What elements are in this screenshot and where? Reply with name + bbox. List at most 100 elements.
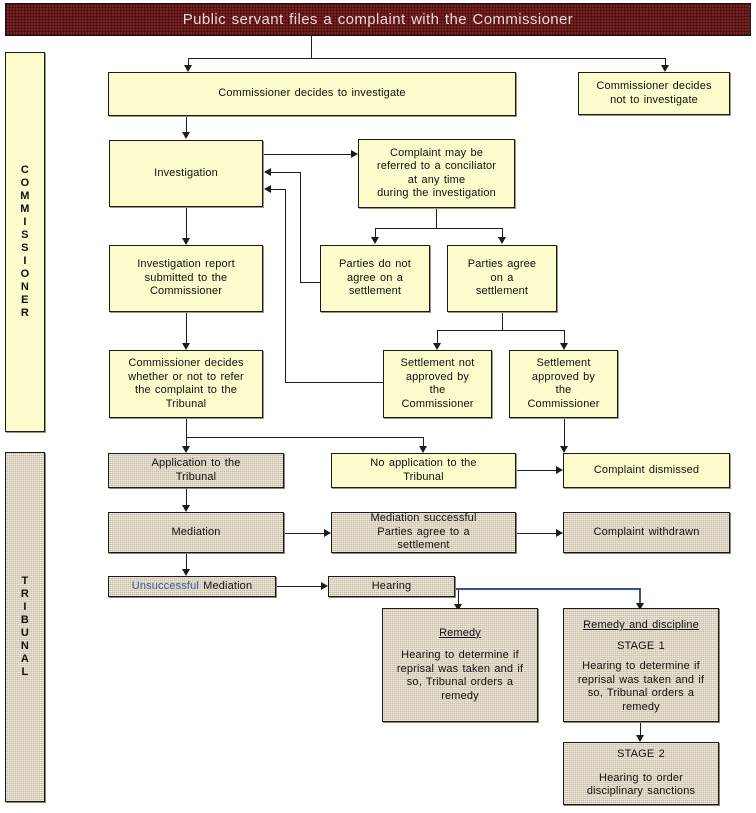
arrow-n7-n9 bbox=[433, 343, 441, 350]
connector-n8-n11 bbox=[186, 418, 187, 446]
node-text: Parties agree bbox=[467, 258, 537, 271]
node-text: Mediation bbox=[171, 525, 221, 538]
rail-letter: R bbox=[20, 588, 30, 600]
node-parties-do-not-agree[interactable]: Parties do not agree on a settlement bbox=[320, 245, 430, 312]
connector-n5-n8 bbox=[186, 312, 187, 343]
rail-letter: R bbox=[20, 307, 30, 319]
node-settlement-approved[interactable]: Settlement approved by the Commissioner bbox=[509, 350, 618, 418]
node-text: the bbox=[555, 384, 572, 396]
connector-banner-split bbox=[188, 58, 665, 59]
rail-letter: C bbox=[20, 164, 30, 176]
connector-n15-n16 bbox=[516, 533, 556, 534]
arrow-n8-n11 bbox=[182, 446, 190, 453]
connector-n7-stem bbox=[502, 312, 503, 330]
arrow-n4-n7 bbox=[498, 237, 506, 244]
rail-letter: A bbox=[20, 653, 30, 665]
node-commissioner-decides-to-investigate[interactable]: Commissioner decides to investigate bbox=[108, 72, 516, 116]
node-text: Application to the bbox=[151, 457, 241, 469]
connector-n18-n19 bbox=[458, 589, 459, 605]
node-text: Tribunal bbox=[175, 470, 217, 483]
connector-n17-n18 bbox=[276, 586, 321, 587]
node-text: whether or not to refer bbox=[128, 370, 244, 383]
node-remedy[interactable]: Remedy Hearing to determine if reprisal … bbox=[382, 608, 538, 722]
node-text: settlement bbox=[348, 285, 402, 298]
node-text: Settlement bbox=[536, 357, 591, 369]
node-text: remedy bbox=[622, 700, 660, 713]
node-text: Hearing to determine if bbox=[401, 649, 519, 662]
node-text: reprisal was taken and if bbox=[396, 662, 524, 675]
node-text: Unsuccessful Mediation bbox=[132, 580, 252, 594]
arrow-n11-n14 bbox=[182, 505, 190, 512]
node-text: Complaint may be bbox=[389, 146, 484, 159]
node-parties-agree[interactable]: Parties agree on a settlement bbox=[447, 245, 557, 312]
node-unsuccessful-mediation[interactable]: Unsuccessful Mediation bbox=[108, 576, 276, 597]
arrow-n6-return bbox=[264, 168, 271, 176]
node-mediation[interactable]: Mediation bbox=[108, 512, 284, 553]
node-text: Tribunal bbox=[403, 470, 444, 483]
node-complaint-referred-conciliator[interactable]: Complaint may be referred to a conciliat… bbox=[358, 139, 515, 208]
node-application-to-tribunal[interactable]: Application to the Tribunal bbox=[108, 453, 284, 488]
connector-n3-n4 bbox=[263, 154, 351, 155]
rail-letter: I bbox=[23, 255, 27, 267]
node-text: Commissioner decides bbox=[128, 357, 244, 369]
rail-letter: N bbox=[20, 281, 30, 293]
node-hearing[interactable]: Hearing bbox=[328, 576, 455, 597]
arrow-n7-n10 bbox=[560, 343, 568, 350]
node-settlement-not-approved[interactable]: Settlement not approved by the Commissio… bbox=[383, 350, 492, 418]
node-stage-2[interactable]: STAGE 2 Hearing to order disciplinary sa… bbox=[563, 742, 719, 805]
connector-n3-n5 bbox=[186, 207, 187, 238]
arrow-n8-n12 bbox=[419, 446, 427, 453]
node-mediation-successful[interactable]: Mediation successful Parties agree to a … bbox=[331, 512, 516, 553]
node-text: Commissioner bbox=[149, 285, 223, 298]
node-text: approved by bbox=[531, 370, 596, 383]
connector-n9-return-h1 bbox=[285, 382, 383, 383]
node-no-application-to-tribunal[interactable]: No application to the Tribunal bbox=[331, 453, 516, 488]
node-text: submitted to the bbox=[144, 271, 228, 284]
connector-banner-stem bbox=[311, 36, 312, 58]
rail-letter: B bbox=[20, 614, 30, 626]
rail-letter: S bbox=[21, 242, 29, 254]
mediation-word: Mediation bbox=[198, 579, 253, 592]
node-commissioner-decides-refer[interactable]: Commissioner decides whether or not to r… bbox=[109, 350, 263, 418]
node-investigation[interactable]: Investigation bbox=[109, 140, 263, 207]
node-heading: Remedy and discipline bbox=[583, 619, 699, 631]
rail-letter: I bbox=[23, 216, 27, 228]
node-text: Hearing to order bbox=[599, 771, 683, 784]
node-remedy-and-discipline[interactable]: Remedy and discipline STAGE 1 Hearing to… bbox=[563, 608, 719, 722]
node-complaint-dismissed[interactable]: Complaint dismissed bbox=[563, 453, 730, 488]
node-text: disciplinary sanctions bbox=[586, 785, 696, 798]
rail-letter: I bbox=[23, 601, 27, 613]
node-text: on a bbox=[490, 271, 514, 284]
rail-letter: E bbox=[21, 294, 29, 306]
node-text: so, Tribunal orders a bbox=[406, 676, 514, 689]
connector-n1-n3 bbox=[186, 116, 187, 132]
node-text: reprisal was taken and if bbox=[577, 673, 705, 686]
connector-n11-n14 bbox=[186, 488, 187, 505]
node-text: Parties agree to a bbox=[377, 525, 470, 538]
node-text: Investigation bbox=[154, 166, 218, 179]
connector-n14-n17 bbox=[186, 553, 187, 569]
node-text: Parties do not bbox=[339, 258, 411, 271]
rail-letter: L bbox=[21, 666, 29, 678]
arrow-n1-n3 bbox=[182, 132, 190, 139]
node-complaint-withdrawn[interactable]: Complaint withdrawn bbox=[563, 512, 730, 553]
arrow-n5-n8 bbox=[182, 343, 190, 350]
arrow-n14-n17 bbox=[182, 569, 190, 576]
arrow-n10-n13 bbox=[560, 446, 568, 453]
node-commissioner-decides-not-to-investigate[interactable]: Commissioner decides not to investigate bbox=[578, 72, 730, 115]
node-investigation-report[interactable]: Investigation report submitted to the Co… bbox=[109, 245, 263, 312]
node-heading: Remedy bbox=[439, 626, 481, 639]
node-text: not to investigate bbox=[610, 93, 698, 106]
node-text: Investigation report bbox=[137, 258, 235, 271]
rail-letter: O bbox=[20, 268, 30, 280]
connector-n20-n21 bbox=[640, 722, 641, 735]
rail-letter: M bbox=[20, 203, 30, 215]
arrow-to-investigate bbox=[184, 65, 192, 72]
connector-n7-n10 bbox=[564, 330, 565, 343]
node-text: so, Tribunal orders a bbox=[587, 687, 695, 699]
swimlane-commissioner: C O M M I S S I O N E R bbox=[5, 52, 45, 432]
connector-n9-return-h2 bbox=[271, 189, 286, 190]
rail-letter: M bbox=[20, 190, 30, 202]
node-text: during the investigation bbox=[377, 187, 496, 199]
rail-letter: O bbox=[20, 177, 30, 189]
